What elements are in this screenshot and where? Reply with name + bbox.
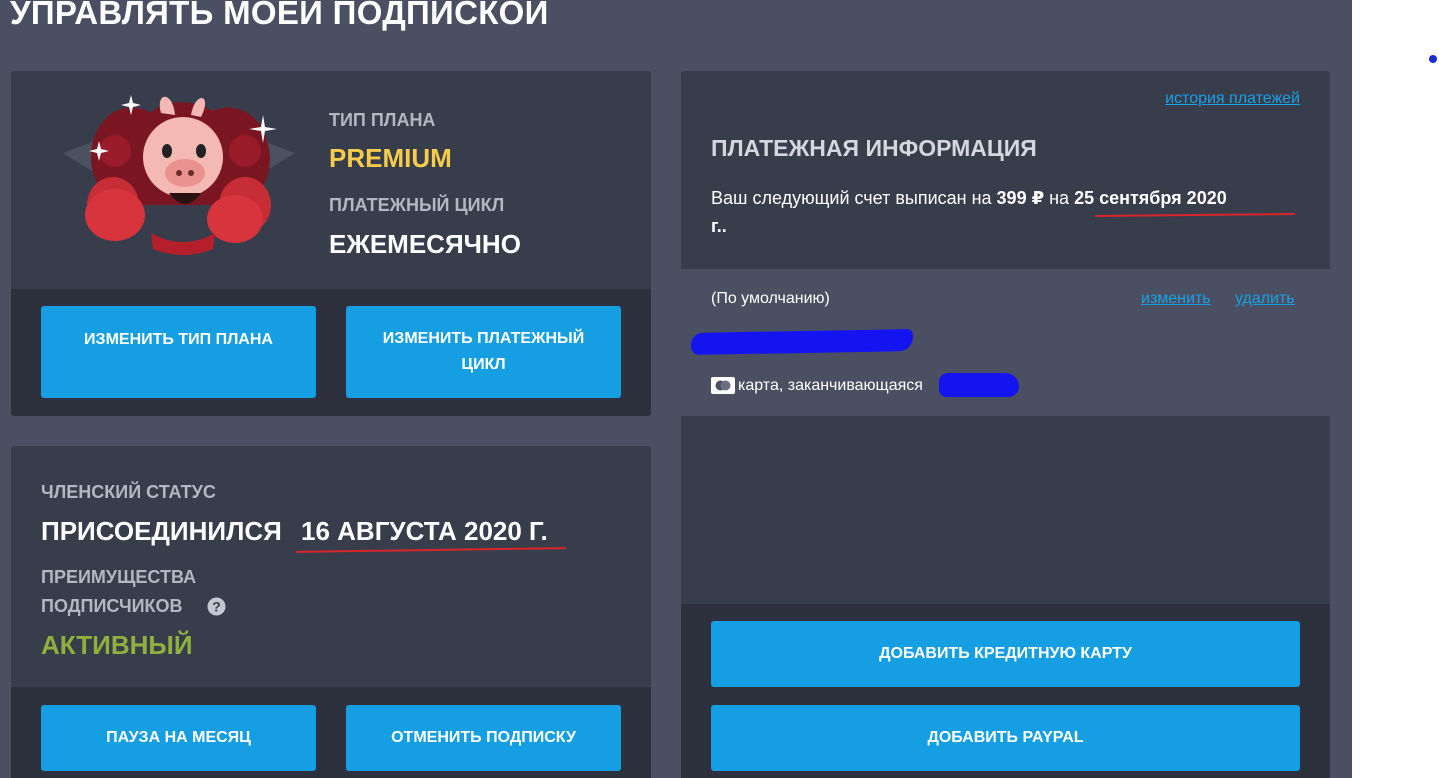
change-cycle-button[interactable]: ИЗМЕНИТЬ ПЛАТЕЖНЫЙ ЦИКЛ — [346, 306, 621, 398]
joined-date: 16 АВГУСТА 2020 Г. — [301, 516, 548, 546]
redacted-cardholder — [690, 329, 914, 355]
payment-panel: история платежей ПЛАТЕЖНАЯ ИНФОРМАЦИЯ Ва… — [681, 71, 1330, 778]
membership-actions: ПАУЗА НА МЕСЯЦ ОТМЕНИТЬ ПОДПИСКУ — [11, 687, 651, 778]
svg-text:?: ? — [212, 599, 221, 615]
bill-date: 25 сентября 2020 — [1074, 188, 1227, 208]
card-ending-text: карта, заканчивающаяся — [738, 377, 923, 394]
add-paypal-button[interactable]: ДОБАВИТЬ PAYPAL — [711, 705, 1300, 771]
help-icon[interactable]: ? — [207, 597, 226, 616]
edit-card-link[interactable]: изменить — [1141, 290, 1211, 308]
billing-cycle-value: ЕЖЕМЕСЯЧНО — [329, 229, 521, 259]
delete-card-link[interactable]: удалить — [1235, 290, 1295, 308]
membership-status-label: ЧЛЕНСКИЙ СТАТУС — [41, 482, 216, 502]
payment-history-link[interactable]: история платежей — [1165, 90, 1300, 108]
payment-actions: ДОБАВИТЬ КРЕДИТНУЮ КАРТУ ДОБАВИТЬ PAYPAL — [681, 604, 1330, 778]
joined-date-annotation — [295, 547, 567, 553]
pause-month-button[interactable]: ПАУЗА НА МЕСЯЦ — [41, 705, 316, 771]
manage-subscription-modal: УПРАВЛЯТЬ МОЕЙ ПОДПИСКОЙ ТИП ПЛАНА PREMI… — [0, 0, 1352, 778]
card-icon — [711, 377, 735, 394]
bullet-dot — [1429, 55, 1437, 63]
billing-cycle-label: ПЛАТЕЖНЫЙ ЦИКЛ — [329, 195, 505, 215]
joined-prefix: ПРИСОЕДИНИЛСЯ — [41, 516, 282, 546]
add-credit-card-button[interactable]: ДОБАВИТЬ КРЕДИТНУЮ КАРТУ — [711, 621, 1300, 687]
default-card-row: (По умолчанию) изменить удалить карта, з… — [681, 269, 1330, 416]
next-bill-text: Ваш следующий счет выписан на 399 ₽ на 2… — [711, 184, 1301, 240]
plan-actions: ИЗМЕНИТЬ ТИП ПЛАНА ИЗМЕНИТЬ ПЛАТЕЖНЫЙ ЦИ… — [11, 289, 651, 416]
payment-info-title: ПЛАТЕЖНАЯ ИНФОРМАЦИЯ — [711, 135, 1037, 161]
benefits-status-value: АКТИВНЫЙ — [41, 630, 193, 660]
premium-pig-mascot — [63, 95, 295, 255]
membership-panel: ЧЛЕНСКИЙ СТАТУС ПРИСОЕДИНИЛСЯ 16 АВГУСТА… — [11, 446, 651, 778]
plan-panel: ТИП ПЛАНА PREMIUM ПЛАТЕЖНЫЙ ЦИКЛ ЕЖЕМЕСЯ… — [11, 71, 651, 416]
bill-amount: 399 ₽ — [996, 188, 1045, 208]
benefits-label-line2: ПОДПИСЧИКОВ — [41, 596, 183, 616]
redacted-card-digits — [939, 373, 1019, 397]
benefits-label-line1: ПРЕИМУЩЕСТВА — [41, 567, 197, 587]
change-plan-button[interactable]: ИЗМЕНИТЬ ТИП ПЛАНА — [41, 306, 316, 398]
plan-type-value: PREMIUM — [329, 143, 452, 173]
cancel-subscription-button[interactable]: ОТМЕНИТЬ ПОДПИСКУ — [346, 705, 621, 771]
plan-type-label: ТИП ПЛАНА — [329, 110, 436, 130]
close-icon[interactable] — [1318, 0, 1338, 4]
bill-suffix: г.. — [711, 216, 727, 236]
modal-title: УПРАВЛЯТЬ МОЕЙ ПОДПИСКОЙ — [10, 0, 549, 31]
default-label: (По умолчанию) — [711, 290, 830, 307]
bill-on-word: на — [1044, 188, 1075, 208]
next-bill-prefix: Ваш следующий счет выписан на — [711, 188, 997, 208]
